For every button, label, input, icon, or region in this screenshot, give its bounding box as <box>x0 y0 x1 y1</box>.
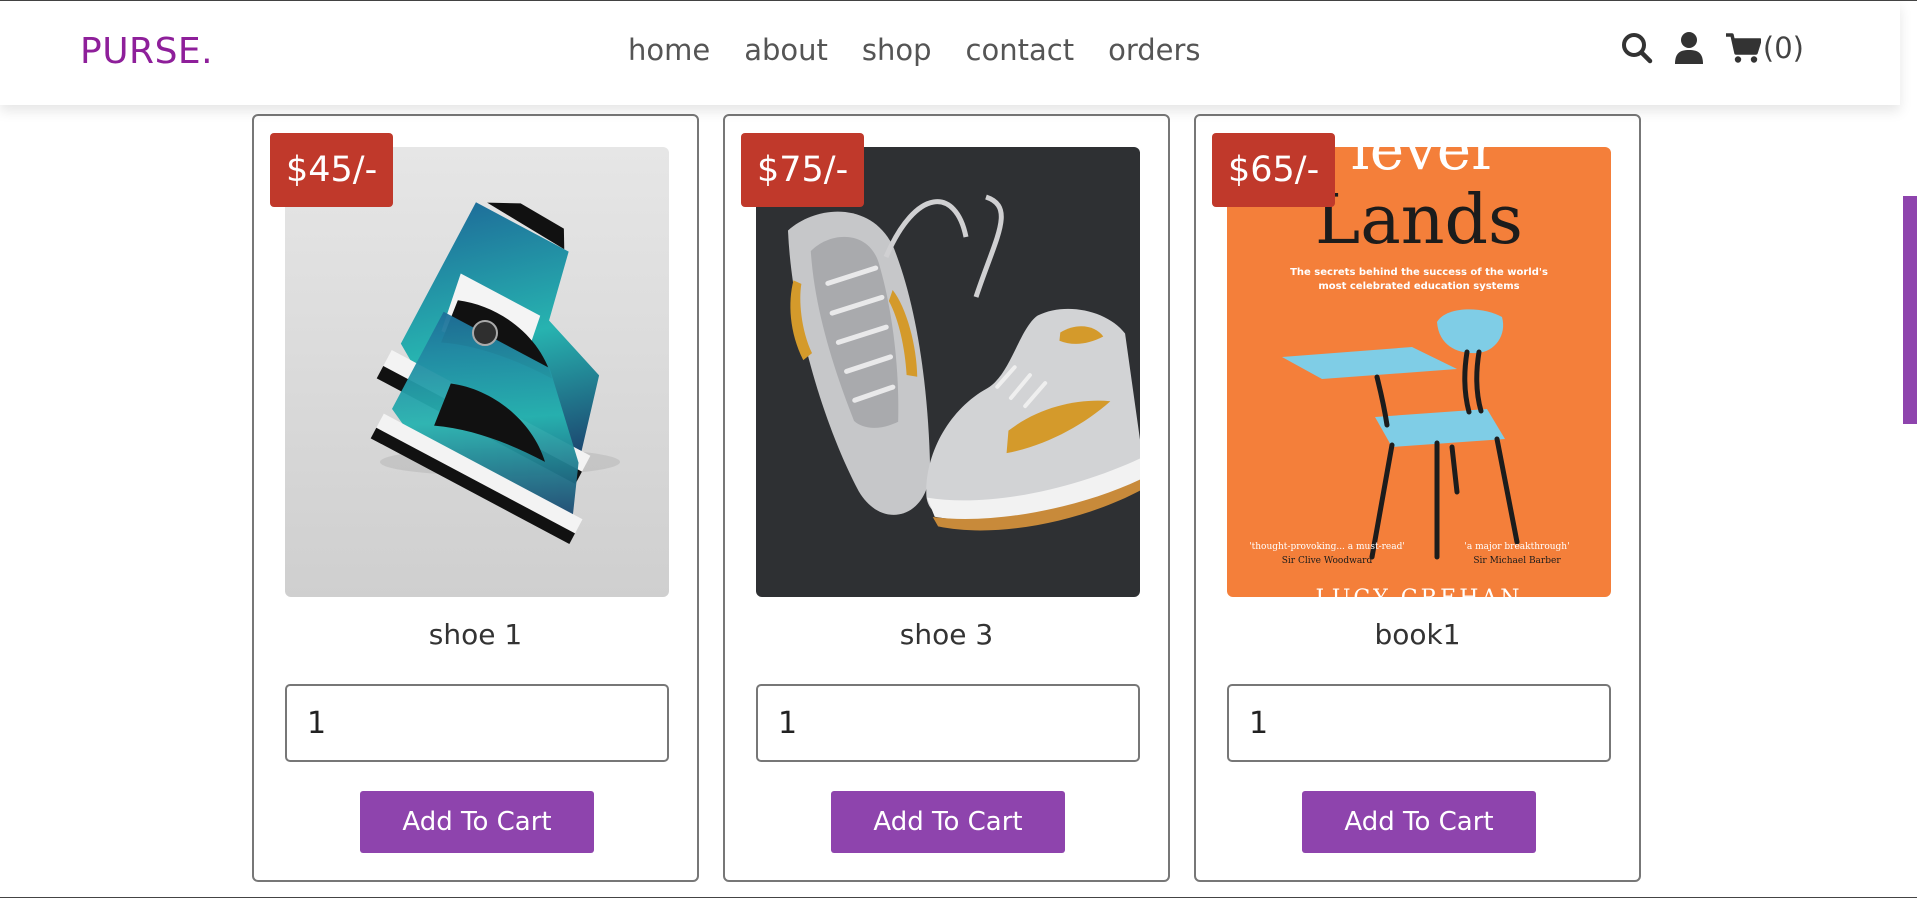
product-name: shoe 1 <box>428 618 523 651</box>
nav-about[interactable]: about <box>744 33 828 67</box>
nav-contact[interactable]: contact <box>966 33 1075 67</box>
book-quote-2-author: Sir Michael Barber <box>1473 556 1561 566</box>
product-card: $45/- shoe 1 1 Add To Cart <box>252 114 699 882</box>
price-badge: $45/- <box>270 133 394 207</box>
add-to-cart-button[interactable]: Add To Cart <box>1302 791 1536 853</box>
price-badge: $75/- <box>741 133 865 207</box>
price-badge: $65/- <box>1212 133 1336 207</box>
book-author: LUCY CREHAN <box>1315 586 1522 597</box>
site-header: PURSE. home about shop contact orders (0… <box>0 1 1900 105</box>
product-card: $65/- lever Lands The secrets behind the… <box>1194 114 1641 882</box>
main-nav: home about shop contact orders <box>628 33 1201 67</box>
book-title-top: lever <box>1351 147 1499 183</box>
logo[interactable]: PURSE. <box>80 31 213 72</box>
book-subtitle-1: The secrets behind the success of the wo… <box>1290 267 1548 278</box>
product-grid: $45/- shoe 1 1 Add To Cart $75/- shoe 3 … <box>252 114 1641 882</box>
cart-icon <box>1725 32 1761 64</box>
nav-shop[interactable]: shop <box>862 33 932 67</box>
nav-orders[interactable]: orders <box>1108 33 1200 67</box>
search-icon[interactable] <box>1621 32 1653 64</box>
nav-home[interactable]: home <box>628 33 710 67</box>
product-image: lever Lands The secrets behind the succe… <box>1227 147 1611 597</box>
page: PURSE. home about shop contact orders (0… <box>0 0 1917 898</box>
side-tab[interactable] <box>1903 196 1917 424</box>
book-title: Lands <box>1315 181 1523 260</box>
product-image <box>756 147 1140 597</box>
quantity-input[interactable] <box>1227 684 1611 762</box>
header-icons: (0) <box>1621 31 1804 65</box>
product-name: shoe 3 <box>899 618 994 651</box>
add-to-cart-button[interactable]: Add To Cart <box>831 791 1065 853</box>
book-subtitle-2: most celebrated education systems <box>1318 281 1519 292</box>
user-icon[interactable] <box>1674 32 1703 64</box>
add-to-cart-button[interactable]: Add To Cart <box>360 791 594 853</box>
book-quote-1-author: Sir Clive Woodward <box>1282 556 1373 566</box>
product-image <box>285 147 669 597</box>
book-quote-1: 'thought-provoking... a must-read' <box>1249 542 1405 552</box>
cart-button[interactable]: (0) <box>1725 31 1804 65</box>
cart-count: (0) <box>1762 31 1804 65</box>
quantity-input[interactable] <box>285 684 669 762</box>
product-card: $75/- shoe 3 1 Add To Cart <box>723 114 1170 882</box>
quantity-input[interactable] <box>756 684 1140 762</box>
product-name: book1 <box>1374 618 1461 651</box>
book-quote-2: 'a major breakthrough' <box>1464 542 1569 552</box>
